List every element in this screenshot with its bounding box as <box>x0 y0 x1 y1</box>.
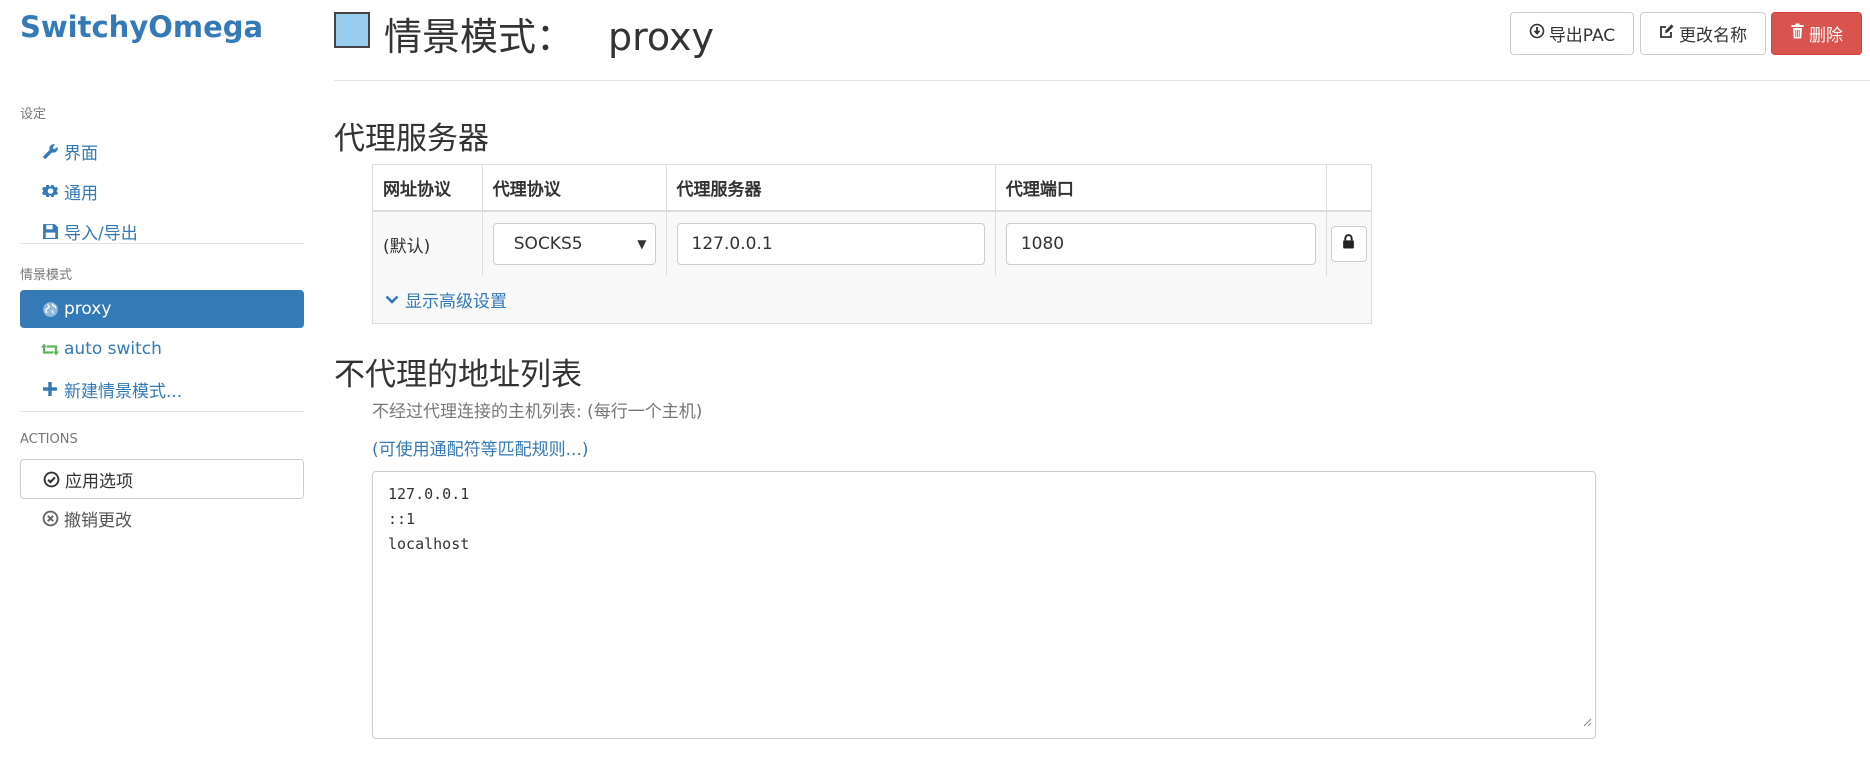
sidebar-item-label: 界面 <box>64 143 98 164</box>
check-circle-icon <box>41 469 61 489</box>
app-brand[interactable]: SwitchyOmega <box>20 10 263 44</box>
rename-button[interactable]: 更改名称 <box>1640 12 1766 55</box>
page-title: 情景模式： proxy <box>384 6 714 61</box>
wildcard-rules-link[interactable]: (可使用通配符等匹配规则...) <box>372 435 588 460</box>
plus-icon <box>40 379 60 399</box>
column-header-server: 代理服务器 <box>665 164 996 212</box>
apply-options-button[interactable]: 应用选项 <box>20 459 304 499</box>
column-header-auth <box>1325 164 1373 212</box>
sidebar-item-new-profile[interactable]: 新建情景模式... <box>20 370 304 408</box>
delete-label: 删除 <box>1809 26 1843 46</box>
sidebar-item-label: auto switch <box>64 339 162 359</box>
gear-icon <box>40 181 60 201</box>
rename-label: 更改名称 <box>1679 26 1747 46</box>
discard-changes-label: 撤销更改 <box>64 510 132 531</box>
delete-button[interactable]: 删除 <box>1771 12 1862 55</box>
table-row: (默认) SOCKS5 ▼ 127.0.0.1 1080 <box>372 210 1373 277</box>
port-input[interactable]: 1080 <box>1005 223 1316 265</box>
wrench-icon <box>40 141 60 161</box>
protocol-select-value: SOCKS5 <box>513 234 583 254</box>
bypass-entry: localhost <box>388 535 470 553</box>
caret-down-icon: ▼ <box>637 237 647 251</box>
sidebar-item-general[interactable]: 通用 <box>20 172 304 210</box>
show-advanced-settings-label: 显示高级设置 <box>405 292 507 312</box>
header-divider <box>334 80 1870 81</box>
resize-grip-icon[interactable] <box>1582 710 1592 735</box>
auth-lock-button[interactable] <box>1330 226 1367 262</box>
proxy-server-table: 网址协议 代理协议 代理服务器 代理端口 (默认) SOCKS5 ▼ 127.0… <box>372 164 1373 277</box>
discard-changes-button[interactable]: 撤销更改 <box>20 499 304 537</box>
settings-header: 设定 <box>20 107 47 122</box>
bypass-section-title: 不代理的地址列表 <box>334 357 582 393</box>
download-icon <box>1529 23 1545 44</box>
auth-cell <box>1325 210 1373 277</box>
page-title-prefix: 情景模式： <box>384 15 575 59</box>
actions-header: ACTIONS <box>20 432 78 447</box>
sidebar-divider <box>20 411 304 412</box>
column-header-protocol: 代理协议 <box>481 164 667 212</box>
sidebar-item-import-export[interactable]: 导入/导出 <box>20 212 304 250</box>
server-cell: 127.0.0.1 <box>665 210 996 277</box>
bypass-entry: ::1 <box>388 510 416 528</box>
protocol-cell: SOCKS5 ▼ <box>481 210 667 277</box>
export-pac-label: 导出PAC <box>1548 26 1616 46</box>
x-circle-icon <box>40 508 60 528</box>
page-title-profile-name: proxy <box>608 15 714 59</box>
scheme-cell: (默认) <box>372 210 483 277</box>
retweet-icon <box>40 339 60 359</box>
server-input[interactable]: 127.0.0.1 <box>676 223 985 265</box>
chevron-down-icon <box>385 294 399 306</box>
sidebar-item-label: 导入/导出 <box>64 223 138 244</box>
bypass-entry: 127.0.0.1 <box>388 485 470 503</box>
port-cell: 1080 <box>994 210 1327 277</box>
edit-icon <box>1659 23 1675 44</box>
proxy-section-title: 代理服务器 <box>334 121 489 157</box>
profiles-header: 情景模式 <box>20 268 73 283</box>
bypass-list-textarea[interactable]: 127.0.0.1 ::1 localhost <box>372 471 1596 739</box>
sidebar-item-proxy[interactable]: proxy <box>20 290 304 328</box>
apply-options-label: 应用选项 <box>65 471 133 492</box>
export-pac-button[interactable]: 导出PAC <box>1510 12 1634 55</box>
sidebar-item-auto-switch[interactable]: auto switch <box>20 330 304 368</box>
globe-icon <box>40 299 60 319</box>
lock-icon <box>1342 234 1355 254</box>
hdd-icon <box>40 221 60 241</box>
sidebar-item-interface[interactable]: 界面 <box>20 132 304 170</box>
sidebar-item-label: 新建情景模式... <box>64 381 183 402</box>
profile-color-swatch[interactable] <box>334 12 370 48</box>
sidebar-item-label: 通用 <box>64 183 98 204</box>
table-header-row: 网址协议 代理协议 代理服务器 代理端口 <box>372 164 1373 212</box>
sidebar-divider <box>20 243 304 244</box>
trash-icon <box>1790 23 1805 44</box>
column-header-scheme: 网址协议 <box>372 164 483 212</box>
protocol-select[interactable]: SOCKS5 ▼ <box>492 223 656 265</box>
sidebar-item-label: proxy <box>64 299 112 319</box>
show-advanced-settings-link[interactable]: 显示高级设置 <box>372 276 1372 324</box>
column-header-port: 代理端口 <box>994 164 1327 212</box>
bypass-help-text: 不经过代理连接的主机列表: (每行一个主机) <box>372 402 703 422</box>
